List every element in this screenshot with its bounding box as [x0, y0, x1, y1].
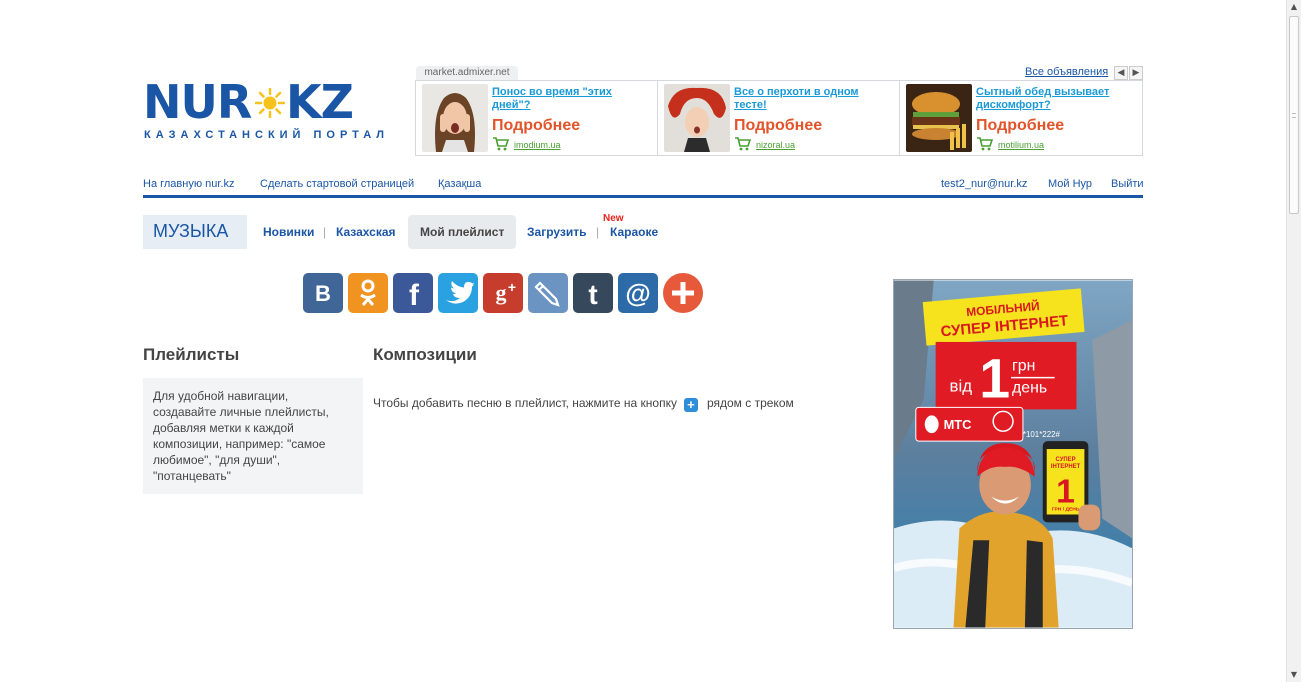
compositions-heading: Композиции: [373, 345, 477, 364]
logo-text-kz: KZ: [286, 75, 354, 129]
scroll-up-arrow-icon[interactable]: ▲: [1287, 0, 1301, 14]
banner-price: 1: [979, 347, 1010, 409]
tab-my-playlist[interactable]: Мой плейлист: [408, 215, 516, 249]
ad-more-label[interactable]: Подробнее: [734, 117, 822, 135]
tumblr-share-icon[interactable]: t: [573, 273, 613, 313]
playlists-info: Для удобной навигации, создавайте личные…: [143, 378, 363, 494]
tab-separator: |: [323, 225, 327, 239]
ad-source-tab: market.admixer.net: [416, 66, 518, 80]
svg-text:@: @: [625, 278, 650, 308]
google-plus-share-icon[interactable]: g +: [483, 273, 523, 313]
my-nur-link[interactable]: Мой Нур: [1048, 178, 1092, 190]
ad-domain-link[interactable]: imodium.ua: [514, 140, 561, 150]
section-arrow: [237, 215, 247, 249]
tab-upload[interactable]: Загрузить: [527, 225, 586, 239]
tab-separator: |: [596, 225, 600, 239]
section-label[interactable]: МУЗЫКА: [143, 215, 247, 249]
banner-code: *101*222#: [1023, 430, 1061, 439]
add-to-playlist-hint: Чтобы добавить песню в плейлист, нажмите…: [373, 396, 794, 412]
new-badge: New: [603, 213, 624, 224]
chevron-left-icon[interactable]: ◀: [1114, 66, 1128, 80]
vertical-scrollbar[interactable]: ▲ ▼: [1286, 0, 1301, 682]
svg-text:+: +: [508, 279, 516, 295]
logout-link[interactable]: Выйти: [1111, 178, 1144, 190]
ad-image-woman: [422, 84, 488, 152]
hint-text-after: рядом с треком: [706, 396, 794, 410]
chevron-right-icon[interactable]: ▶: [1129, 66, 1143, 80]
logo-text-nur: NUR: [143, 75, 252, 129]
more-share-icon[interactable]: [663, 273, 703, 313]
phone-unit: ГРН / ДЕНЬ: [1052, 507, 1080, 513]
header-divider: [143, 195, 1143, 198]
ad-item[interactable]: Все о перхоти в одном тесте! Подробнее n…: [658, 81, 900, 155]
ad-more-label[interactable]: Подробнее: [492, 117, 580, 135]
kazakh-language-link[interactable]: Қазақша: [438, 178, 481, 190]
page: NUR KZ КАЗАХСТАНСКИЙ ПОРТАЛ market.admix…: [0, 0, 1301, 682]
vk-share-icon[interactable]: B: [303, 273, 343, 313]
ad-strip: Понос во время "этих дней"? Подробнее im…: [415, 80, 1143, 156]
ad-item[interactable]: Понос во время "этих дней"? Подробнее im…: [416, 81, 658, 155]
banner-from: від: [950, 377, 973, 396]
odnoklassniki-share-icon[interactable]: [348, 273, 388, 313]
phone-line2: ІНТЕРНЕТ: [1051, 464, 1081, 470]
user-email-link[interactable]: test2_nur@nur.kz: [941, 178, 1027, 190]
banner-brand: МТС: [944, 417, 972, 432]
ad-title[interactable]: Все о перхоти в одном тесте!: [734, 86, 892, 112]
tab-my-playlist-label: Мой плейлист: [420, 225, 505, 239]
plus-icon: +: [683, 398, 698, 412]
tab-new[interactable]: Новинки: [263, 225, 314, 239]
home-link[interactable]: На главную nur.kz: [143, 178, 235, 190]
sun-icon: [255, 88, 285, 118]
hint-text-before: Чтобы добавить песню в плейлист, нажмите…: [373, 396, 677, 410]
phone-price: 1: [1056, 473, 1075, 511]
mailru-share-icon[interactable]: @: [618, 273, 658, 313]
tab-kazakh[interactable]: Казахская: [336, 225, 396, 239]
svg-text:t: t: [588, 279, 597, 310]
svg-text:g: g: [496, 280, 507, 305]
cart-icon: [493, 137, 509, 151]
all-ads-link[interactable]: Все объявления: [1025, 66, 1108, 78]
facebook-share-icon[interactable]: f: [393, 273, 433, 313]
banner-unit1: грн: [1012, 358, 1035, 375]
svg-text:f: f: [409, 279, 420, 312]
playlists-heading: Плейлисты: [143, 345, 240, 364]
svg-text:B: B: [315, 281, 331, 306]
mts-advertisement-banner[interactable]: МОБІЛЬНИЙ СУПЕР ІНТЕРНЕТ від 1 грн день …: [893, 279, 1133, 629]
set-start-page-link[interactable]: Сделать стартовой страницей: [260, 178, 414, 190]
phone-line1: СУПЕР: [1056, 457, 1076, 463]
ad-domain-link[interactable]: motilium.ua: [998, 140, 1044, 150]
ad-item[interactable]: Сытный обед вызывает дискомфорт? Подробн…: [900, 81, 1142, 155]
ad-title[interactable]: Понос во время "этих дней"?: [492, 86, 650, 112]
livejournal-share-icon[interactable]: [528, 273, 568, 313]
section-title: МУЗЫКА: [153, 221, 229, 241]
cart-icon: [977, 137, 993, 151]
nur-kz-logo[interactable]: NUR KZ КАЗАХСТАНСКИЙ ПОРТАЛ: [143, 75, 384, 148]
scroll-down-arrow-icon[interactable]: ▼: [1287, 668, 1301, 682]
tab-karaoke[interactable]: Караоке: [610, 225, 658, 239]
ad-image-burger: [906, 84, 972, 152]
twitter-share-icon[interactable]: [438, 273, 478, 313]
scrollbar-grip: [1292, 113, 1296, 118]
scrollbar-thumb[interactable]: [1289, 16, 1299, 214]
ad-domain-link[interactable]: nizoral.ua: [756, 140, 795, 150]
ad-title[interactable]: Сытный обед вызывает дискомфорт?: [976, 86, 1134, 112]
cart-icon: [735, 137, 751, 151]
ad-more-label[interactable]: Подробнее: [976, 117, 1064, 135]
banner-unit2: день: [1012, 380, 1047, 397]
ad-image-red-hair: [664, 84, 730, 152]
logo-tagline: КАЗАХСТАНСКИЙ ПОРТАЛ: [144, 129, 389, 141]
top-nav: На главную nur.kz Сделать стартовой стра…: [143, 178, 1144, 192]
